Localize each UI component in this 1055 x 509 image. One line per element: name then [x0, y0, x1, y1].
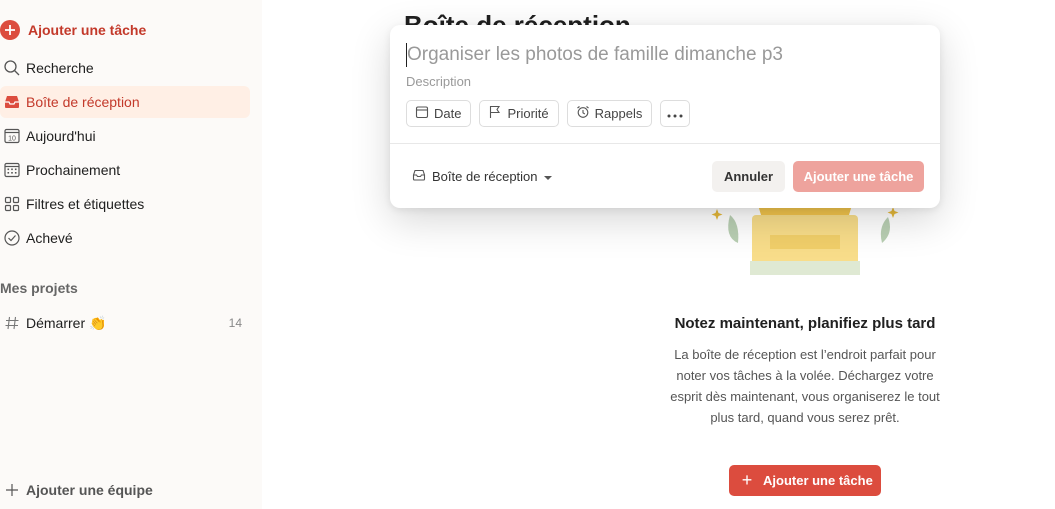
inbox-icon — [412, 168, 426, 185]
hash-icon — [0, 314, 26, 332]
sidebar: Ajouter une tâche Recherche Boîte de réc… — [0, 0, 262, 509]
sidebar-add-task-button[interactable]: Ajouter une tâche — [0, 14, 250, 46]
sidebar-item-completed[interactable]: Achevé — [0, 222, 250, 254]
task-attribute-chips: Date Priorité Rappels — [406, 100, 691, 127]
date-chip-label: Date — [434, 106, 462, 121]
filters-icon — [0, 195, 26, 213]
priority-chip-button[interactable]: Priorité — [479, 100, 559, 127]
sidebar-project-demarrer[interactable]: Démarrer 👏 14 — [0, 307, 250, 339]
sidebar-item-search[interactable]: Recherche — [0, 52, 250, 84]
sidebar-item-today[interactable]: 10 Aujourd'hui — [0, 120, 250, 152]
project-selector[interactable]: Boîte de réception — [412, 168, 552, 185]
sidebar-add-team-button[interactable]: Ajouter une équipe — [0, 474, 250, 506]
empty-add-task-button[interactable]: + Ajouter une tâche — [729, 465, 881, 496]
flag-icon — [488, 105, 502, 122]
check-circle-icon — [0, 229, 26, 247]
sidebar-item-label: Boîte de réception — [26, 94, 140, 110]
calendar-icon — [415, 105, 429, 122]
divider — [390, 143, 940, 144]
empty-state-title: Notez maintenant, planifiez plus tard — [674, 315, 936, 332]
calendar-grid-icon — [0, 161, 26, 179]
reminders-chip-button[interactable]: Rappels — [566, 100, 653, 127]
sidebar-item-upcoming[interactable]: Prochainement — [0, 154, 250, 186]
sidebar-add-task-label: Ajouter une tâche — [28, 22, 147, 38]
more-horizontal-icon — [667, 106, 683, 121]
reminders-chip-label: Rappels — [594, 106, 643, 121]
calendar-today-icon: 10 — [0, 127, 26, 145]
plus-icon — [0, 482, 26, 498]
sidebar-item-label: Prochainement — [26, 162, 121, 178]
project-task-count: 14 — [228, 316, 242, 330]
task-name-input[interactable]: Organiser les photos de famille dimanche… — [406, 43, 783, 67]
sidebar-item-inbox[interactable]: Boîte de réception — [0, 86, 250, 118]
sidebar-item-filters[interactable]: Filtres et étiquettes — [0, 188, 250, 220]
quick-add-task-dialog: Organiser les photos de famille dimanche… — [390, 25, 940, 208]
sidebar-item-label: Aujourd'hui — [26, 128, 96, 144]
add-task-submit-button[interactable]: Ajouter une tâche — [793, 161, 924, 192]
svg-text:10: 10 — [8, 136, 16, 143]
sidebar-item-label: Filtres et étiquettes — [26, 196, 145, 212]
sidebar-project-label: Démarrer 👏 — [26, 314, 107, 331]
task-description-input[interactable]: Description — [406, 74, 471, 89]
project-selector-label: Boîte de réception — [432, 169, 538, 184]
empty-add-task-label: Ajouter une tâche — [763, 473, 873, 488]
empty-state-description: La boîte de réception est l’endroit parf… — [670, 347, 940, 425]
caret-down-icon — [543, 169, 552, 184]
more-options-button[interactable] — [660, 100, 691, 127]
date-chip-button[interactable]: Date — [406, 100, 472, 127]
sidebar-add-team-label: Ajouter une équipe — [26, 482, 153, 498]
plus-circle-icon — [0, 20, 20, 40]
sidebar-item-label: Recherche — [26, 60, 94, 76]
sidebar-item-label: Achevé — [26, 230, 73, 246]
cancel-button[interactable]: Annuler — [712, 161, 785, 192]
search-icon — [0, 59, 26, 77]
inbox-icon — [0, 93, 26, 111]
plus-icon: + — [741, 470, 753, 490]
alarm-clock-icon — [576, 105, 590, 122]
priority-chip-label: Priorité — [507, 106, 549, 121]
projects-section-title[interactable]: Mes projets — [0, 280, 78, 296]
